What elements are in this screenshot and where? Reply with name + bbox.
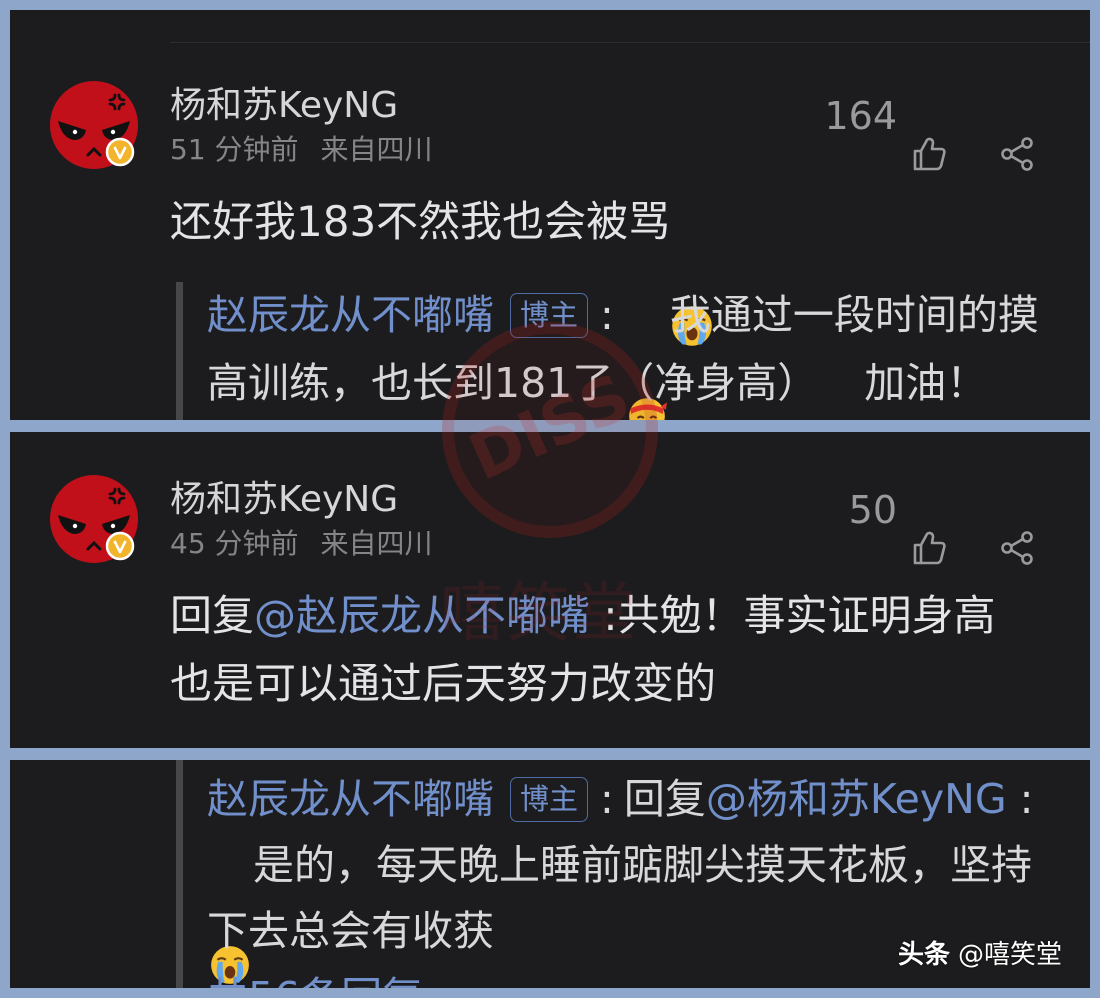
comment-text-content: 还好我183不然我也会被骂 bbox=[170, 197, 671, 246]
crying-face-icon bbox=[209, 844, 251, 984]
crying-face-icon bbox=[716, 662, 760, 706]
mention-link[interactable]: @杨和苏KeyNG bbox=[706, 774, 1007, 824]
angry-face-avatar-icon bbox=[50, 475, 138, 563]
share-icon[interactable] bbox=[998, 491, 1036, 565]
comment-meta: 45 分钟前 来自四川 bbox=[170, 527, 433, 561]
comment-text-content: 也是可以通过后天努力改变的 bbox=[170, 659, 717, 708]
reply-indent-bar bbox=[176, 760, 183, 988]
reply-indent-bar bbox=[176, 282, 183, 420]
reply-separator: : bbox=[600, 291, 614, 339]
avatar[interactable] bbox=[50, 475, 138, 563]
reply-line: 赵辰龙从不嘟嘴 博主: 回复 @杨和苏KeyNG : bbox=[207, 774, 1033, 824]
author-badge: 博主 bbox=[510, 292, 588, 338]
footer-watermark: 头条 @嘻笑堂 bbox=[898, 938, 1062, 972]
comment-panel-2: 杨和苏KeyNG 45 分钟前 来自四川 50 回复 @赵辰龙从不嘟嘴 :共勉！事实… bbox=[10, 432, 1090, 748]
screenshot-collage: 杨和苏KeyNG 51 分钟前 来自四川 164 还好我183不然我也会被骂 赵辰… bbox=[0, 0, 1100, 998]
angry-face-avatar-icon bbox=[50, 81, 138, 169]
comment-time: 45 分钟前 bbox=[170, 527, 299, 560]
reply-text: 高训练，也长到181了（净身高） bbox=[207, 359, 819, 407]
comment-text: 也是可以通过后天努力改变的 bbox=[170, 658, 760, 710]
reply-author-name[interactable]: 赵辰龙从不嘟嘴 bbox=[207, 774, 494, 824]
like-count: 164 bbox=[824, 94, 897, 138]
reply-line: 赵辰龙从不嘟嘴 博主: 我通过一段时间的摸 bbox=[207, 290, 1039, 420]
reply-line: 下去总会有收获 bbox=[207, 906, 494, 956]
reply-author-name[interactable]: 赵辰龙从不嘟嘴 bbox=[207, 290, 494, 340]
avatar[interactable] bbox=[50, 81, 138, 169]
comment-location: 来自四川 bbox=[320, 527, 433, 560]
comment-time: 51 分钟前 bbox=[170, 133, 299, 166]
comment-panel-1: 杨和苏KeyNG 51 分钟前 来自四川 164 还好我183不然我也会被骂 赵辰… bbox=[10, 10, 1090, 420]
comment-header: 杨和苏KeyNG 51 分钟前 来自四川 164 bbox=[10, 81, 1090, 171]
thumbs-up-icon[interactable] bbox=[910, 491, 948, 565]
crying-face-icon bbox=[670, 200, 714, 346]
reply-text: : bbox=[1006, 775, 1034, 823]
watermark-platform: 头条 bbox=[898, 940, 951, 970]
reply-separator: : bbox=[600, 775, 614, 823]
comment-location: 来自四川 bbox=[320, 133, 433, 166]
comment-text: 还好我183不然我也会被骂 bbox=[170, 196, 714, 346]
share-icon[interactable] bbox=[998, 97, 1036, 171]
comment-author-name[interactable]: 杨和苏KeyNG bbox=[170, 86, 398, 126]
reply-line: 高训练，也长到181了（净身高） 加油！ bbox=[207, 358, 987, 408]
reply-text: 是的，每天晚上睡前踮脚尖摸天花板，坚持 bbox=[253, 841, 1032, 889]
watermark-account: @嘻笑堂 bbox=[958, 940, 1063, 970]
reply-prefix: 回复 bbox=[170, 591, 255, 640]
more-replies-link[interactable]: 共56条回复 bbox=[207, 972, 423, 988]
reply-line: 是的，每天晚上睡前踮脚尖摸天花板，坚持 bbox=[207, 840, 1032, 984]
comment-text: 回复 @赵辰龙从不嘟嘴 :共勉！事实证明身高 bbox=[170, 590, 996, 642]
strive-face-icon bbox=[626, 294, 668, 420]
comment-author-name[interactable]: 杨和苏KeyNG bbox=[170, 480, 398, 520]
author-badge: 博主 bbox=[510, 776, 588, 822]
comment-divider bbox=[170, 42, 1090, 43]
comment-meta: 51 分钟前 来自四川 bbox=[170, 133, 433, 167]
like-count: 50 bbox=[848, 488, 897, 532]
comment-text-content: :共勉！事实证明身高 bbox=[590, 591, 996, 640]
reply-text: 我通过一段时间的摸 bbox=[669, 291, 1039, 339]
comment-panel-3: 赵辰龙从不嘟嘴 博主: 回复 @杨和苏KeyNG : 是的，每天晚上睡前踮脚尖摸天花板… bbox=[10, 760, 1090, 988]
reply-text: 下去总会有收获 bbox=[207, 907, 494, 955]
mention-link[interactable]: @赵辰龙从不嘟嘴 bbox=[254, 590, 590, 642]
handshake-icon bbox=[820, 362, 862, 404]
reply-text: 加油！ bbox=[864, 359, 988, 407]
thumbs-up-icon[interactable] bbox=[910, 97, 948, 171]
comment-header: 杨和苏KeyNG 45 分钟前 来自四川 50 bbox=[10, 475, 1090, 565]
reply-prefix: 回复 bbox=[623, 775, 706, 823]
